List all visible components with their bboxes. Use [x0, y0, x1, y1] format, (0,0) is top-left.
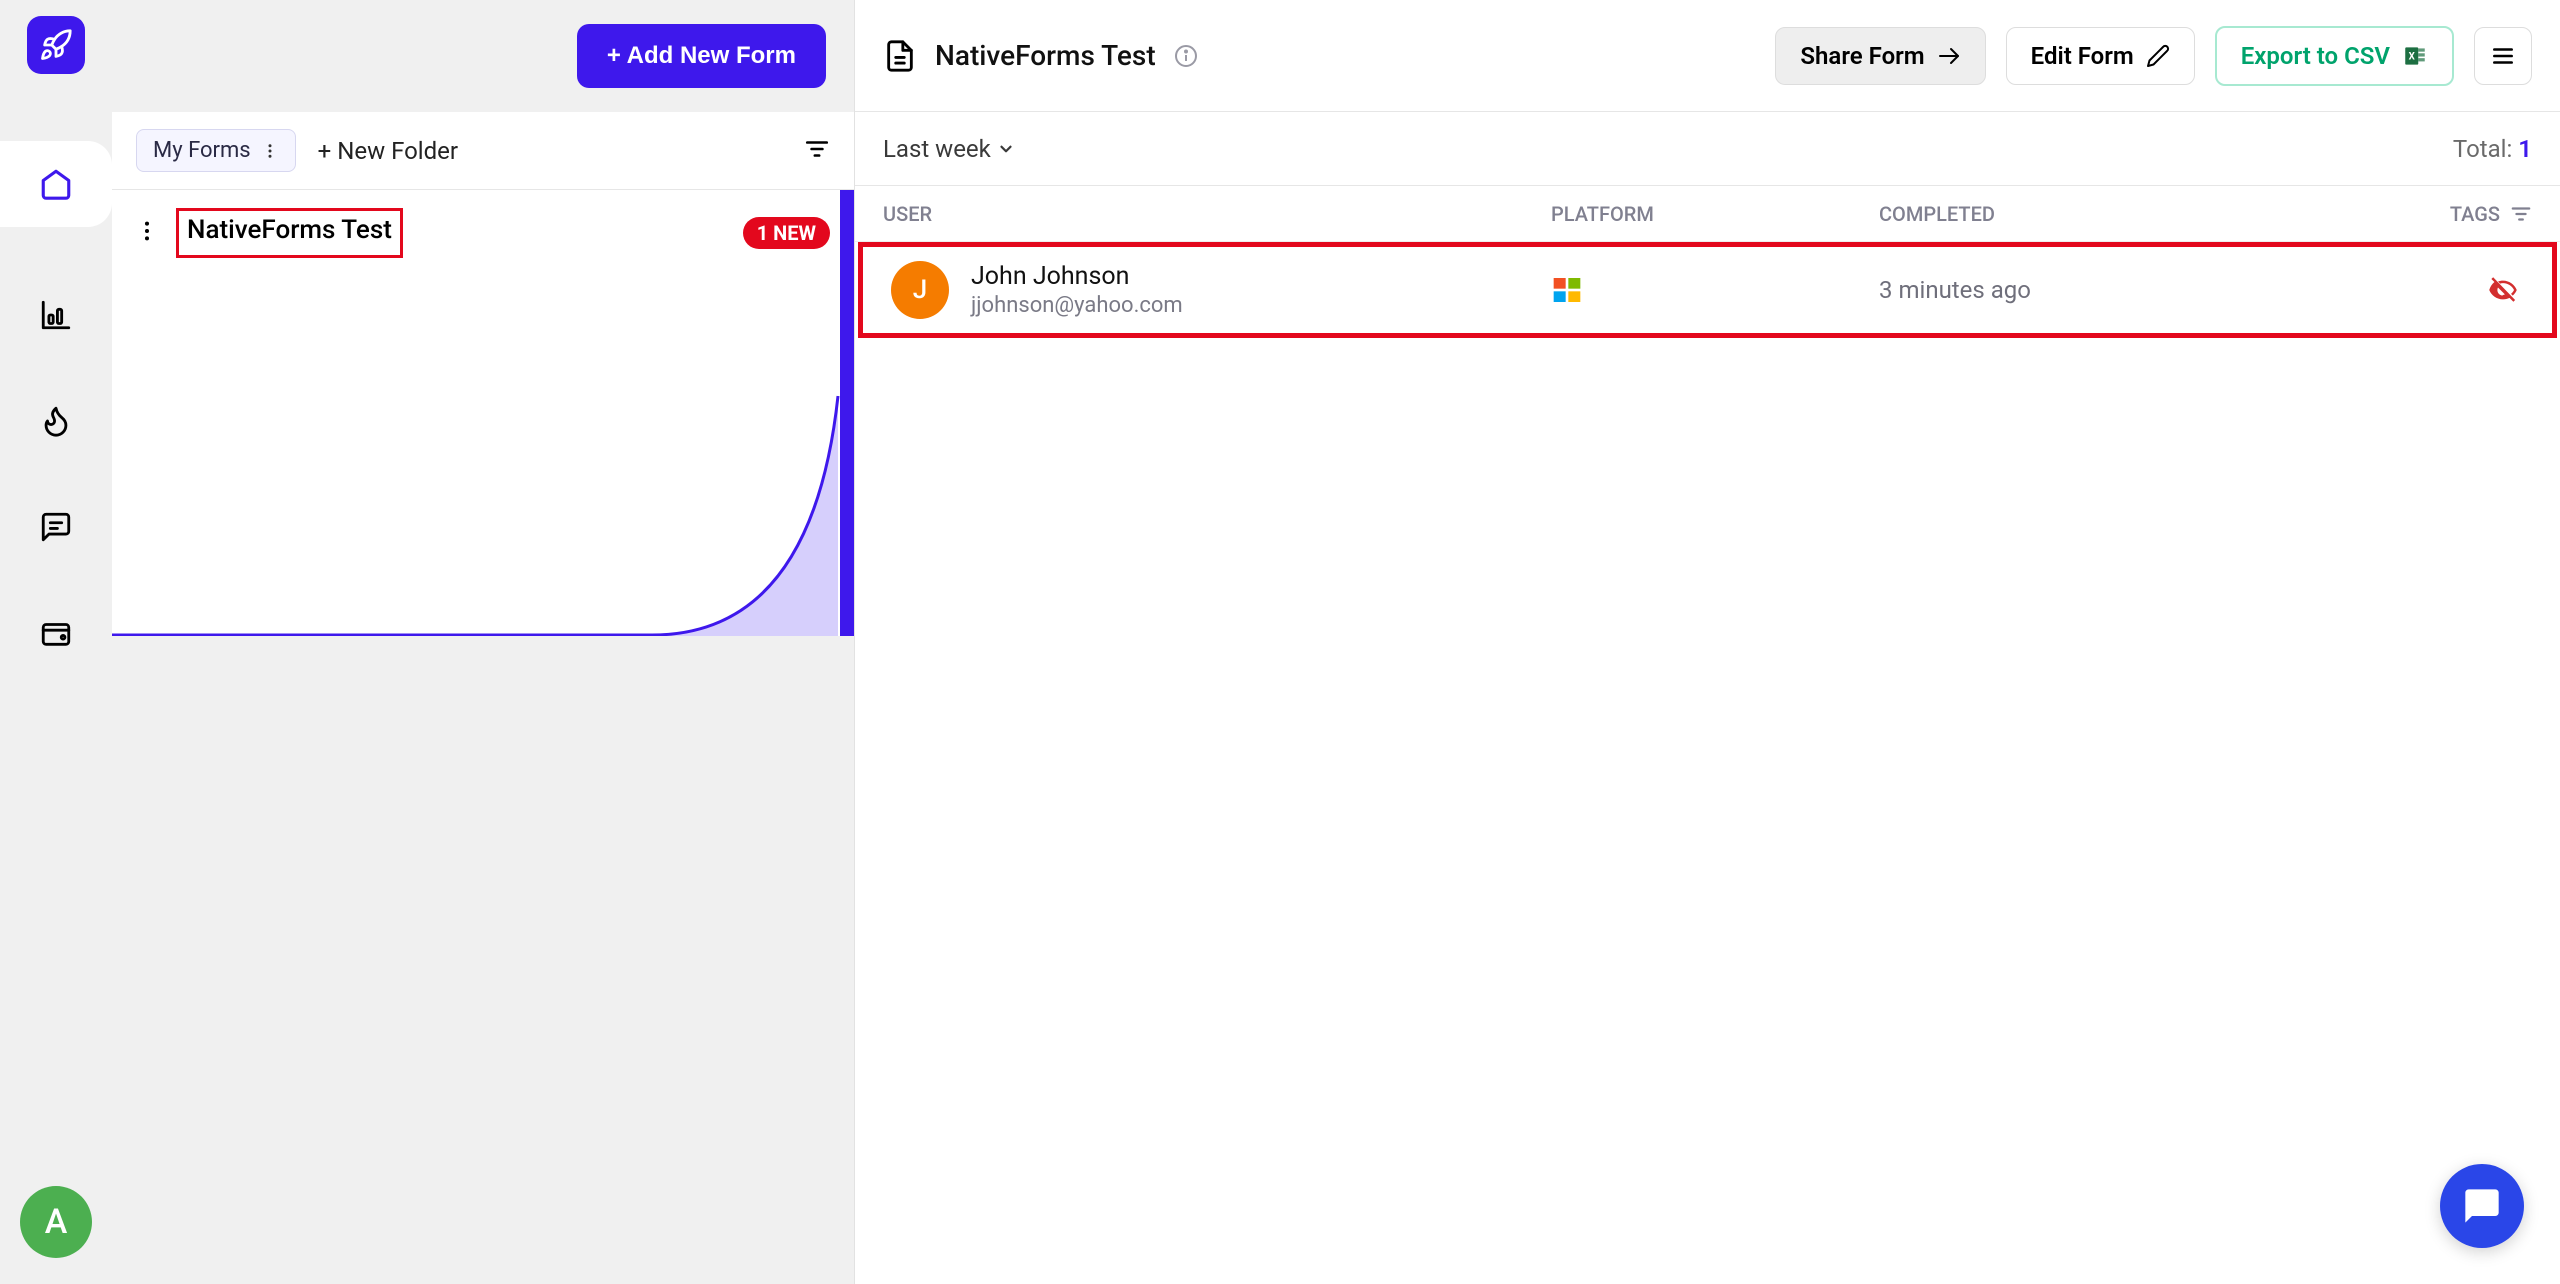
new-responses-badge: 1 NEW	[743, 217, 830, 249]
svg-text:X: X	[2409, 51, 2416, 62]
selected-form-indicator	[840, 190, 854, 636]
analytics-icon	[39, 298, 73, 332]
chevron-down-icon	[997, 140, 1015, 158]
app-logo[interactable]	[27, 16, 85, 74]
new-folder-button[interactable]: + New Folder	[318, 137, 458, 165]
column-tags-label: TAGS	[2450, 202, 2500, 226]
column-completed: COMPLETED	[1879, 202, 2442, 226]
date-range-label: Last week	[883, 135, 991, 163]
hidden-icon[interactable]	[2488, 275, 2518, 305]
form-list: NativeForms Test 1 NEW	[112, 190, 854, 636]
response-user-cell: J John Johnson jjohnson@yahoo.com	[891, 261, 1551, 319]
chat-icon	[2462, 1186, 2502, 1226]
responses-table-headers: USER PLATFORM COMPLETED TAGS	[855, 186, 2560, 242]
message-icon	[39, 510, 73, 544]
date-range-filter[interactable]: Last week	[883, 135, 1015, 163]
add-new-form-button[interactable]: + Add New Form	[577, 24, 826, 88]
user-avatar[interactable]: A	[20, 1186, 92, 1258]
my-forms-label: My Forms	[153, 138, 251, 163]
my-forms-filter[interactable]: My Forms	[136, 129, 296, 172]
response-row[interactable]: J John Johnson jjohnson@yahoo.com 3 minu…	[858, 242, 2557, 338]
more-vertical-icon	[136, 220, 158, 242]
nav-icons	[0, 141, 112, 651]
response-platform-cell	[1551, 274, 1879, 306]
forms-panel: + Add New Form My Forms + New Folder Nat…	[112, 0, 854, 1284]
forms-panel-header: + Add New Form	[112, 0, 854, 112]
home-icon	[39, 167, 73, 201]
icon-sidebar: A	[0, 0, 112, 1284]
main-header: NativeForms Test Share Form Edit Form Ex…	[855, 0, 2560, 112]
forms-panel-subbar: My Forms + New Folder	[112, 112, 854, 190]
column-user: USER	[883, 202, 1551, 226]
response-user-email: jjohnson@yahoo.com	[971, 293, 1183, 318]
form-item-title: NativeForms Test	[176, 208, 403, 258]
nav-wallet[interactable]	[38, 615, 74, 651]
response-completed-cell: 3 minutes ago	[1879, 276, 2442, 304]
responses-subheader: Last week Total: 1	[855, 112, 2560, 186]
form-activity-chart	[112, 376, 854, 636]
column-tags: TAGS	[2442, 202, 2532, 226]
export-csv-label: Export to CSV	[2241, 42, 2390, 70]
filter-icon[interactable]	[2510, 203, 2532, 225]
total-label: Total:	[2453, 135, 2518, 163]
windows-icon	[1551, 274, 1583, 306]
edit-form-label: Edit Form	[2031, 42, 2134, 70]
filter-icon	[804, 136, 830, 162]
form-list-item[interactable]: NativeForms Test 1 NEW	[112, 190, 854, 636]
more-vertical-icon	[261, 142, 279, 160]
export-csv-button[interactable]: Export to CSV X	[2215, 26, 2454, 86]
share-form-label: Share Form	[1800, 42, 1924, 70]
menu-icon	[2490, 43, 2516, 69]
flame-icon	[39, 404, 73, 438]
column-platform: PLATFORM	[1551, 202, 1879, 226]
more-menu-button[interactable]	[2474, 27, 2532, 85]
send-icon	[1937, 44, 1961, 68]
edit-form-button[interactable]: Edit Form	[2006, 27, 2195, 85]
filter-button[interactable]	[804, 136, 830, 166]
pencil-icon	[2146, 44, 2170, 68]
response-avatar: J	[891, 261, 949, 319]
form-item-more[interactable]	[136, 220, 158, 246]
rocket-icon	[39, 28, 73, 62]
total-responses: Total: 1	[2453, 135, 2532, 163]
response-tags-cell	[2442, 275, 2524, 305]
form-document-icon	[883, 39, 917, 73]
total-count: 1	[2518, 135, 2532, 163]
nav-analytics[interactable]	[38, 297, 74, 333]
share-form-button[interactable]: Share Form	[1775, 27, 1985, 85]
nav-home[interactable]	[0, 141, 112, 227]
wallet-icon	[39, 616, 73, 650]
info-icon[interactable]	[1174, 44, 1198, 68]
form-title: NativeForms Test	[935, 39, 1156, 72]
main-panel: NativeForms Test Share Form Edit Form Ex…	[854, 0, 2560, 1284]
response-user-name: John Johnson	[971, 262, 1183, 291]
nav-messages[interactable]	[38, 509, 74, 545]
excel-icon: X	[2402, 43, 2428, 69]
chat-support-button[interactable]	[2440, 1164, 2524, 1248]
nav-activity[interactable]	[38, 403, 74, 439]
responses-table-body: J John Johnson jjohnson@yahoo.com 3 minu…	[855, 242, 2560, 338]
